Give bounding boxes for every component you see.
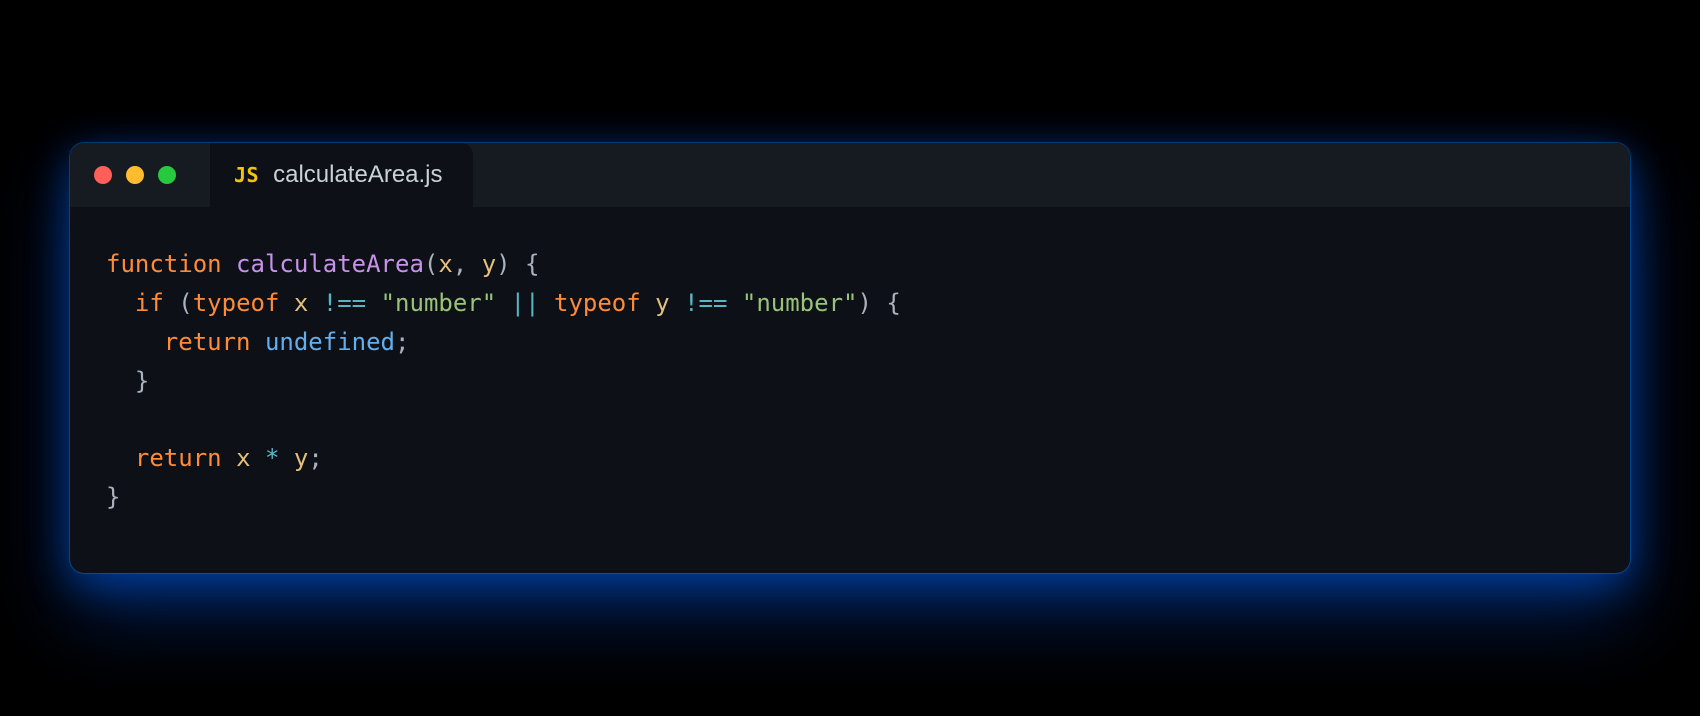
code-token: !== [684, 289, 727, 317]
code-token [106, 289, 135, 317]
code-token: y [294, 444, 308, 472]
code-token: ; [395, 328, 409, 356]
code-token: return [135, 444, 222, 472]
code-token: function [106, 250, 222, 278]
code-token: "number" [381, 289, 497, 317]
code-token [366, 289, 380, 317]
zoom-icon[interactable] [158, 166, 176, 184]
code-token: ( [424, 250, 438, 278]
code-token [727, 289, 741, 317]
js-file-icon: JS [234, 163, 259, 187]
code-token [279, 444, 293, 472]
code-token [222, 444, 236, 472]
code-token: y [655, 289, 669, 317]
code-token: x [294, 289, 308, 317]
code-token: typeof [554, 289, 641, 317]
code-token: "number" [742, 289, 858, 317]
code-token: ) { [496, 250, 539, 278]
minimize-icon[interactable] [126, 166, 144, 184]
code-token [251, 328, 265, 356]
code-token [222, 250, 236, 278]
code-token [106, 444, 135, 472]
code-token: || [511, 289, 540, 317]
code-area[interactable]: function calculateArea(x, y) { if (typeo… [70, 207, 1630, 573]
code-token [106, 367, 135, 395]
code-token [251, 444, 265, 472]
close-icon[interactable] [94, 166, 112, 184]
code-token [641, 289, 655, 317]
code-token: * [265, 444, 279, 472]
code-token [279, 289, 293, 317]
code-token: } [106, 483, 120, 511]
code-token: !== [323, 289, 366, 317]
code-token: } [135, 367, 149, 395]
file-tab[interactable]: JS calculateArea.js [210, 143, 473, 207]
code-token: y [482, 250, 496, 278]
code-token: if [135, 289, 164, 317]
code-content: function calculateArea(x, y) { if (typeo… [106, 245, 1594, 517]
code-token: return [164, 328, 251, 356]
editor-window: JS calculateArea.js function calculateAr… [70, 143, 1630, 573]
code-token: ( [164, 289, 193, 317]
tab-filename: calculateArea.js [273, 161, 442, 189]
code-token: calculateArea [236, 250, 424, 278]
code-token: x [236, 444, 250, 472]
window-controls [70, 143, 200, 207]
code-token [540, 289, 554, 317]
code-token: typeof [193, 289, 280, 317]
code-token: undefined [265, 328, 395, 356]
code-token [496, 289, 510, 317]
code-token: , [453, 250, 482, 278]
code-token: ) { [857, 289, 900, 317]
code-token: x [438, 250, 452, 278]
code-token [308, 289, 322, 317]
code-token [670, 289, 684, 317]
titlebar: JS calculateArea.js [70, 143, 1630, 207]
code-token: ; [308, 444, 322, 472]
code-token [106, 328, 164, 356]
